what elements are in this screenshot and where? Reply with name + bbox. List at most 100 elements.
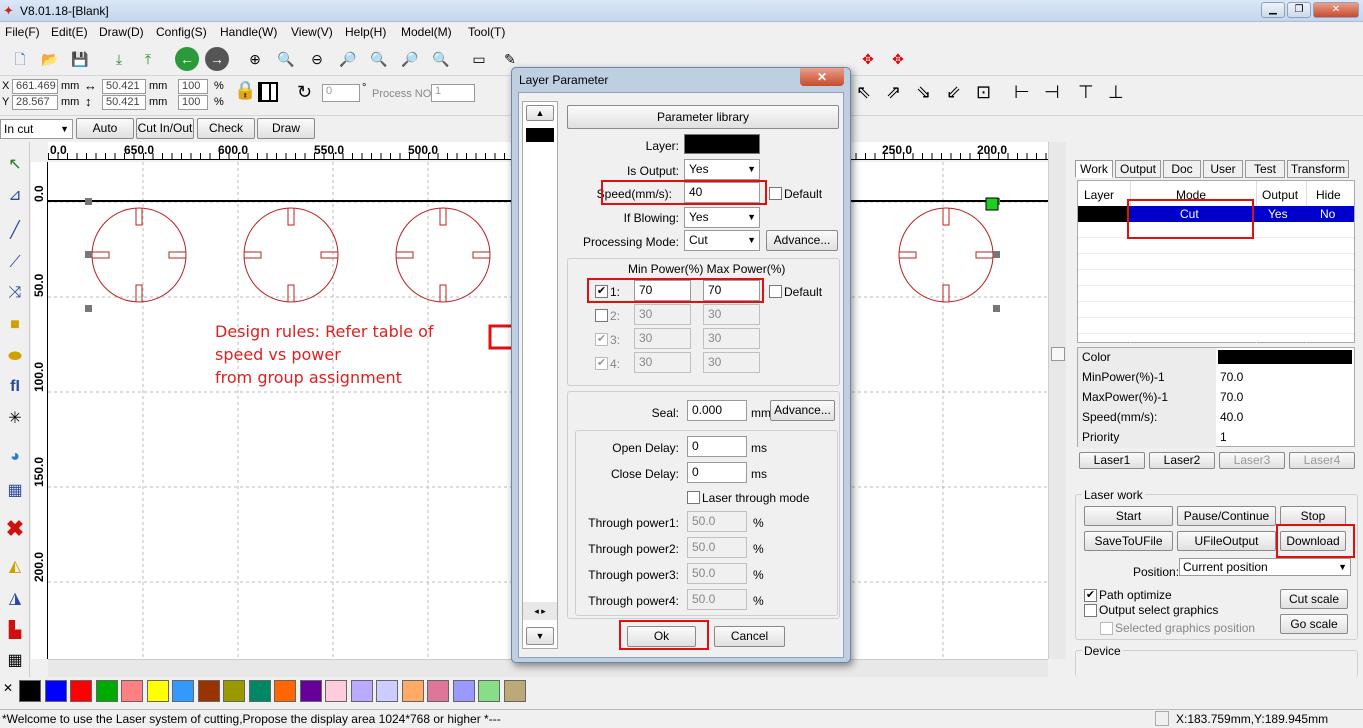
new-file-icon[interactable]: 🗋 — [8, 47, 32, 71]
speed-default-checkbox[interactable] — [769, 187, 782, 200]
color-swatch[interactable] — [503, 680, 526, 702]
parameter-library-button[interactable]: Parameter library — [567, 105, 839, 129]
mirror-horizontal-icon[interactable]: ◭ — [2, 554, 28, 580]
zoom-fit-icon[interactable]: 🔍 — [429, 47, 453, 71]
height-field[interactable]: 50.421 — [102, 95, 146, 110]
prop-color-swatch[interactable] — [1218, 350, 1352, 364]
layer-color-item[interactable] — [526, 128, 554, 142]
selected-position-checkbox[interactable] — [1100, 622, 1113, 635]
layer-list[interactable]: ▲ ◂ ▸ ▼ — [522, 101, 558, 649]
align-center-icon[interactable]: ⊡ — [976, 82, 991, 103]
through-power3-input[interactable]: 50.0 — [687, 563, 747, 584]
zoom-out-icon[interactable]: ⊖ — [305, 47, 329, 71]
bitmap-icon[interactable]: ◕ — [2, 444, 28, 470]
draw-button[interactable]: Draw — [257, 118, 315, 139]
undo-icon[interactable]: ← — [175, 47, 199, 71]
save-to-ufile-button[interactable]: SaveToUFile — [1084, 531, 1173, 551]
laser-through-checkbox[interactable] — [687, 491, 700, 504]
zoom-window-icon[interactable]: ⊕ — [243, 47, 267, 71]
rectangle-icon[interactable]: ■ — [2, 312, 28, 338]
align-bottom-left-icon[interactable]: ⇙ — [946, 82, 961, 103]
auto-button[interactable]: Auto — [76, 118, 134, 139]
line-icon[interactable]: ╱ — [2, 218, 28, 244]
power4-checkbox[interactable]: ✔ — [595, 357, 608, 370]
tab-transform[interactable]: Transform — [1287, 160, 1349, 178]
color-swatch[interactable] — [274, 680, 296, 702]
polyline-icon[interactable]: ⟋ — [2, 250, 28, 276]
rotate-icon[interactable]: ↻ — [297, 82, 312, 103]
color-swatch[interactable] — [325, 680, 347, 702]
lock-icon[interactable]: 🔒 — [234, 80, 256, 101]
color-swatch[interactable] — [452, 680, 475, 702]
scroll-down-icon[interactable]: ▼ — [526, 627, 554, 645]
select-icon[interactable]: ↖ — [2, 152, 28, 178]
delete-icon[interactable]: ✖ — [2, 516, 28, 542]
tab-laser2[interactable]: Laser2 — [1149, 452, 1215, 469]
mirror-vertical-icon[interactable]: ◮ — [2, 586, 28, 612]
node-edit-icon[interactable]: ⊿ — [2, 183, 28, 209]
through-power2-input[interactable]: 50.0 — [687, 537, 747, 558]
color-swatch[interactable] — [248, 680, 271, 702]
scale-x-field[interactable]: 100 — [178, 79, 208, 94]
grid-icon[interactable] — [258, 82, 278, 102]
cut-mode-select[interactable]: In cut ▼ — [0, 119, 73, 139]
align-left-icon[interactable]: ⊢ — [1014, 82, 1030, 103]
tab-test[interactable]: Test — [1245, 160, 1285, 178]
power3-max-input[interactable]: 30 — [703, 328, 760, 349]
color-swatch[interactable] — [70, 680, 92, 702]
pause-continue-button[interactable]: Pause/Continue — [1177, 506, 1276, 526]
is-output-select[interactable]: Yes ▼ — [684, 159, 760, 180]
menu-edit[interactable]: Edit(E) — [51, 25, 88, 39]
power-default-checkbox[interactable] — [769, 285, 782, 298]
align-bottom-right-icon[interactable]: ⇘ — [916, 82, 931, 103]
color-swatch[interactable] — [376, 680, 398, 702]
process-field[interactable]: 1 — [431, 84, 475, 102]
cut-scale-button[interactable]: Cut scale — [1280, 589, 1348, 609]
tab-output[interactable]: Output — [1115, 160, 1161, 178]
tab-work[interactable]: Work — [1075, 160, 1113, 178]
cancel-button[interactable]: Cancel — [714, 626, 785, 647]
vertical-scrollbar[interactable] — [1048, 142, 1066, 659]
menu-model[interactable]: Model(M) — [401, 25, 452, 39]
hscroll-icon[interactable]: ◂ ▸ — [523, 602, 557, 620]
prop-minpower-value[interactable]: 70.0 — [1220, 370, 1243, 384]
power4-max-input[interactable]: 30 — [703, 352, 760, 373]
layer-color-field[interactable] — [684, 134, 760, 154]
color-swatch[interactable] — [299, 680, 322, 702]
menu-file[interactable]: File(F) — [5, 25, 40, 39]
text-icon[interactable]: fI — [2, 374, 28, 400]
mode-advance-button[interactable]: Advance... — [766, 230, 838, 251]
ellipse-icon[interactable]: ⬬ — [2, 344, 28, 370]
power3-min-input[interactable]: 30 — [634, 328, 691, 349]
start-button[interactable]: Start — [1084, 506, 1173, 526]
menu-tool[interactable]: Tool(T) — [468, 25, 505, 39]
position-select[interactable]: Current position ▼ — [1179, 558, 1351, 576]
menu-config[interactable]: Config(S) — [156, 25, 207, 39]
prop-speed-value[interactable]: 40.0 — [1220, 410, 1243, 424]
width-field[interactable]: 50.421 — [102, 79, 146, 94]
y-field[interactable]: 28.567 — [12, 95, 58, 110]
color-swatch[interactable] — [478, 680, 500, 702]
seal-advance-button[interactable]: Advance... — [770, 400, 835, 421]
align-bottom-icon[interactable]: ⊥ — [1108, 82, 1124, 103]
zoom-in-icon[interactable]: 🔍 — [274, 47, 298, 71]
array-icon[interactable]: ✥ — [886, 47, 910, 71]
menu-handle[interactable]: Handle(W) — [220, 25, 277, 39]
no-color-icon[interactable]: ✕ — [3, 681, 13, 695]
align-top-icon[interactable]: ⊤ — [1078, 82, 1094, 103]
minimize-button[interactable]: ▁ — [1261, 2, 1285, 18]
cut-in-out-button[interactable]: Cut In/Out — [136, 118, 194, 139]
color-swatch[interactable] — [44, 680, 67, 702]
array-grid-icon[interactable]: ▦ — [2, 478, 28, 504]
color-swatch[interactable] — [95, 680, 118, 702]
x-field[interactable]: 661.469 — [12, 79, 58, 94]
color-swatch[interactable] — [197, 680, 220, 702]
power2-max-input[interactable]: 30 — [703, 304, 760, 325]
point-icon[interactable]: ✳ — [2, 406, 28, 432]
export-icon[interactable]: ⤒ — [136, 47, 160, 71]
power2-checkbox[interactable] — [595, 309, 608, 322]
processing-mode-select[interactable]: Cut ▼ — [684, 230, 760, 251]
menu-help[interactable]: Help(H) — [345, 25, 386, 39]
zoom-select-icon[interactable]: 🔎 — [398, 47, 422, 71]
import-icon[interactable]: ⤓ — [107, 47, 131, 71]
